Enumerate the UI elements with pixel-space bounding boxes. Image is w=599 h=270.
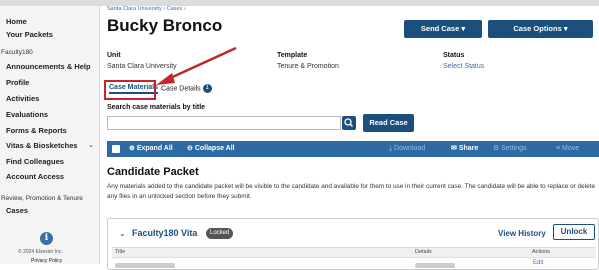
chevron-down-icon[interactable]: ⌄: [119, 229, 126, 238]
unit-label: Unit: [107, 52, 121, 59]
template-label: Template: [277, 52, 308, 59]
sidebar-item-evaluations[interactable]: Evaluations: [6, 110, 48, 119]
sidebar-section-faculty180: Faculty180: [1, 49, 33, 56]
column-header-title: Title: [115, 249, 126, 255]
tab-case-details-label: Case Details: [161, 85, 201, 93]
case-options-button[interactable]: Case Options ▾: [488, 20, 593, 38]
sidebar-item-find-colleagues[interactable]: Find Colleagues: [6, 157, 64, 166]
column-header-details: Details: [415, 249, 432, 255]
share-label: Share: [458, 145, 479, 152]
sidebar-item-your-packets[interactable]: Your Packets: [6, 30, 53, 39]
download-label: Download: [394, 145, 426, 152]
materials-toolbar: ⊕ Expand All ⊖ Collapse All ⤓ Download ✉…: [107, 141, 599, 157]
section-title[interactable]: Faculty180 Vita: [132, 228, 197, 238]
settings-label: Settings: [501, 145, 527, 152]
locked-badge: Locked: [206, 228, 234, 239]
move-label: Move: [562, 145, 580, 152]
annotation-highlight-box: [104, 80, 156, 100]
privacy-policy-link[interactable]: Privacy Policy: [31, 258, 62, 264]
sidebar-section-rpt: Review, Promotion & Tenure: [1, 195, 83, 202]
select-status-link[interactable]: Select Status: [443, 63, 484, 70]
template-value: Tenure & Promotion: [277, 63, 339, 70]
minus-circle-icon: ⊖: [187, 145, 195, 152]
share-icon: ✉: [451, 145, 459, 152]
breadcrumb[interactable]: Santa Clara University › Cases ›: [107, 6, 186, 12]
expand-all-button[interactable]: ⊕ Expand All: [129, 141, 173, 157]
table-row: Edit: [112, 260, 596, 270]
chevron-down-icon[interactable]: ⌄: [88, 141, 94, 149]
sidebar-item-vitas[interactable]: Vitas & Biosketches: [6, 141, 78, 150]
column-header-actions: Actions: [532, 249, 551, 255]
search-icon: [344, 118, 353, 127]
section-card-faculty180-vita: ⌄ Faculty180 Vita Locked View History Un…: [107, 218, 599, 270]
sidebar-item-activities[interactable]: Activities: [6, 94, 39, 103]
search-button[interactable]: [342, 116, 356, 130]
view-history-link[interactable]: View History: [498, 229, 546, 238]
main-content: Santa Clara University › Cases › Bucky B…: [100, 6, 599, 270]
sidebar-item-profile[interactable]: Profile: [6, 78, 29, 87]
search-input[interactable]: [107, 116, 341, 130]
settings-button[interactable]: ⚙ Settings: [493, 141, 527, 157]
select-all-checkbox[interactable]: [112, 145, 120, 153]
sidebar: Home Your Packets Faculty180 Announcemen…: [0, 6, 100, 264]
annotation-arrow: [156, 46, 237, 85]
collapse-all-button[interactable]: ⊖ Collapse All: [187, 141, 235, 157]
sidebar-item-cases[interactable]: Cases: [6, 206, 28, 215]
page-title: Bucky Bronco: [107, 16, 223, 35]
candidate-packet-description: Any materials added to the candidate pac…: [107, 183, 595, 200]
sidebar-item-account-access[interactable]: Account Access: [6, 172, 64, 181]
table-header: Title Details Actions: [112, 247, 596, 258]
share-button[interactable]: ✉ Share: [451, 141, 478, 157]
read-case-button[interactable]: Read Case: [363, 114, 414, 132]
search-label: Search case materials by title: [107, 104, 206, 111]
info-icon[interactable]: i: [40, 232, 53, 245]
sidebar-item-announcements[interactable]: Announcements & Help: [6, 62, 91, 71]
gear-icon: ⚙: [493, 145, 502, 152]
move-button[interactable]: ≡ Move: [556, 141, 579, 157]
copyright-text: © 2024 Elsevier Inc.: [18, 249, 63, 255]
expand-all-label: Expand All: [136, 145, 173, 152]
candidate-packet-title: Candidate Packet: [107, 166, 199, 178]
plus-circle-icon: ⊕: [129, 145, 137, 152]
edit-link[interactable]: Edit: [533, 260, 543, 266]
status-label: Status: [443, 52, 465, 59]
sidebar-item-forms[interactable]: Forms & Reports: [6, 126, 67, 135]
send-case-button[interactable]: Send Case ▾: [404, 20, 482, 38]
collapse-all-label: Collapse All: [194, 145, 235, 152]
sidebar-item-home[interactable]: Home: [6, 17, 27, 26]
tab-case-details[interactable]: Case Details 1: [161, 84, 212, 93]
unlock-button[interactable]: Unlock: [553, 224, 595, 240]
case-details-badge: 1: [202, 84, 212, 93]
download-button[interactable]: ⤓ Download: [389, 141, 425, 157]
